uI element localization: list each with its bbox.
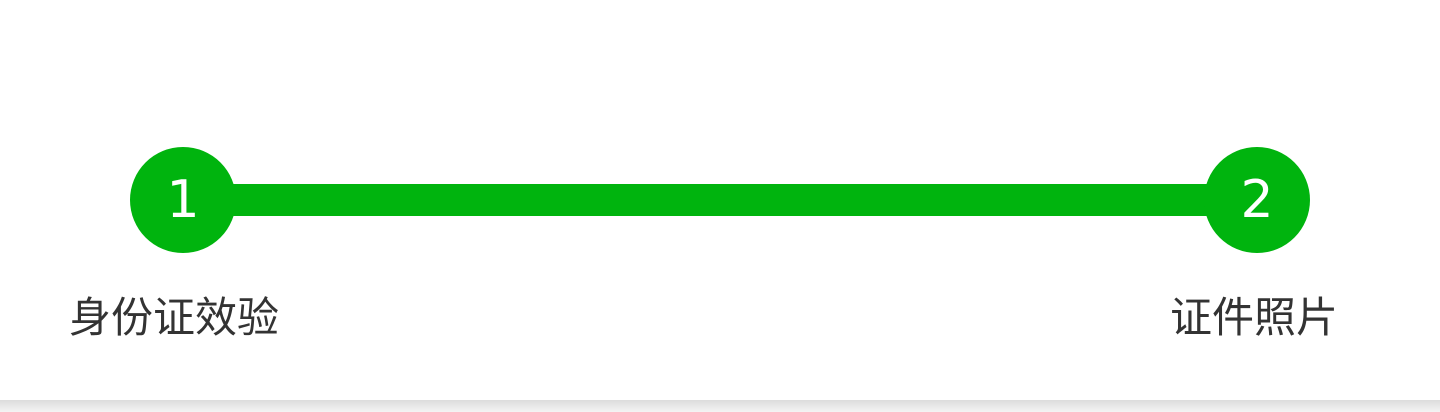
step-2-label: 证件照片	[1169, 293, 1338, 342]
step-1-label: 身份证效验	[68, 293, 279, 342]
step-1-indicator[interactable]: 1	[130, 147, 236, 253]
step-2-indicator[interactable]: 2	[1204, 147, 1310, 253]
progress-stepper: 1 身份证效验 2 证件照片	[0, 0, 1440, 400]
step-connector-line	[180, 184, 1260, 216]
section-divider-shadow	[0, 400, 1440, 412]
